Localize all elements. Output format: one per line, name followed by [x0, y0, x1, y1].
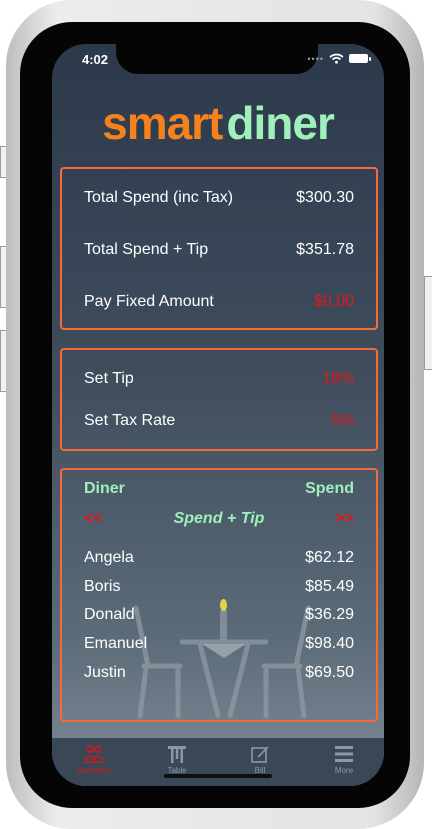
set-tax-rate-row[interactable]: Set Tax Rate 5% [84, 412, 354, 430]
mode-selector: << Spend + Tip >> [84, 510, 354, 528]
cellular-signal-icon: •••• [307, 53, 324, 64]
tab-summary[interactable]: Summary [54, 744, 134, 775]
list-item[interactable]: Emanuel $98.40 [84, 630, 354, 659]
diner-amount: $62.12 [305, 549, 354, 566]
power-button [424, 276, 432, 370]
diner-amount: $85.49 [305, 577, 354, 595]
notch [116, 44, 318, 74]
logo-smart-text: smart [102, 97, 223, 149]
total-spend-value: $300.30 [296, 189, 354, 206]
total-spend-tip-label: Total Spend + Tip [84, 241, 209, 258]
totals-card: Total Spend (inc Tax) $300.30 Total Spen… [60, 167, 378, 330]
set-tip-row[interactable]: Set Tip 18% [84, 370, 354, 388]
set-tax-rate-label: Set Tax Rate [84, 412, 176, 429]
set-tax-rate-value[interactable]: 5% [331, 412, 354, 430]
spend-column-header: Spend [305, 480, 354, 497]
total-spend-label: Total Spend (inc Tax) [84, 189, 234, 206]
diner-name: Angela [84, 549, 134, 566]
diner-name: Justin [84, 663, 126, 681]
list-item[interactable]: Donald $36.29 [84, 601, 354, 630]
set-tip-value[interactable]: 18% [322, 370, 354, 388]
diner-table-header: Diner Spend [84, 480, 354, 498]
diners-card: Diner Spend << Spend + Tip >> Angela $62… [60, 468, 378, 722]
edit-icon [251, 746, 269, 763]
battery-icon [349, 54, 371, 63]
set-tip-label: Set Tip [84, 370, 134, 387]
diner-amount: $36.29 [305, 606, 354, 624]
total-spend-row: Total Spend (inc Tax) $300.30 [84, 189, 354, 207]
tab-bar: Summary Table Bill More [52, 738, 384, 786]
app-screen: 4:02 •••• smartdiner Total Spend (inc Ta… [52, 44, 384, 786]
diner-name: Emanuel [84, 635, 148, 653]
total-spend-tip-row: Total Spend + Tip $351.78 [84, 241, 354, 259]
home-indicator[interactable] [164, 774, 272, 778]
tab-more-label: More [334, 766, 354, 775]
diner-amount: $98.40 [305, 635, 354, 653]
tab-table[interactable]: Table [137, 744, 217, 775]
list-item[interactable]: Justin $69.50 [84, 659, 354, 688]
table-icon [168, 746, 186, 763]
diner-amount: $69.50 [305, 663, 354, 681]
diner-name: Donald [84, 606, 135, 624]
next-mode-button[interactable]: >> [335, 510, 354, 528]
wifi-icon [329, 53, 344, 64]
pay-fixed-amount-label: Pay Fixed Amount [84, 293, 214, 310]
diner-name: Boris [84, 577, 121, 595]
spend-mode-label: Spend + Tip [173, 510, 265, 527]
pay-fixed-amount-value[interactable]: $0.00 [314, 293, 354, 311]
tab-more[interactable]: More [304, 744, 384, 775]
tab-summary-label: Summary [76, 766, 112, 775]
list-item[interactable]: Angela $62.12 [84, 544, 354, 573]
settings-card: Set Tip 18% Set Tax Rate 5% [60, 348, 378, 451]
pay-fixed-amount-row[interactable]: Pay Fixed Amount $0.00 [84, 293, 354, 311]
people-icon [83, 745, 105, 763]
diner-column-header: Diner [84, 480, 125, 497]
diner-list: Angela $62.12 Boris $85.49 Donald $36.29… [84, 544, 354, 687]
app-logo: smartdiner [52, 96, 384, 150]
list-item[interactable]: Boris $85.49 [84, 573, 354, 602]
total-spend-tip-value: $351.78 [296, 241, 354, 258]
menu-icon [335, 746, 353, 762]
logo-diner-text: diner [226, 97, 334, 149]
status-time: 4:02 [82, 52, 109, 67]
previous-mode-button[interactable]: << [84, 510, 103, 528]
status-icons: •••• [307, 53, 371, 64]
tab-bill[interactable]: Bill [220, 744, 300, 775]
